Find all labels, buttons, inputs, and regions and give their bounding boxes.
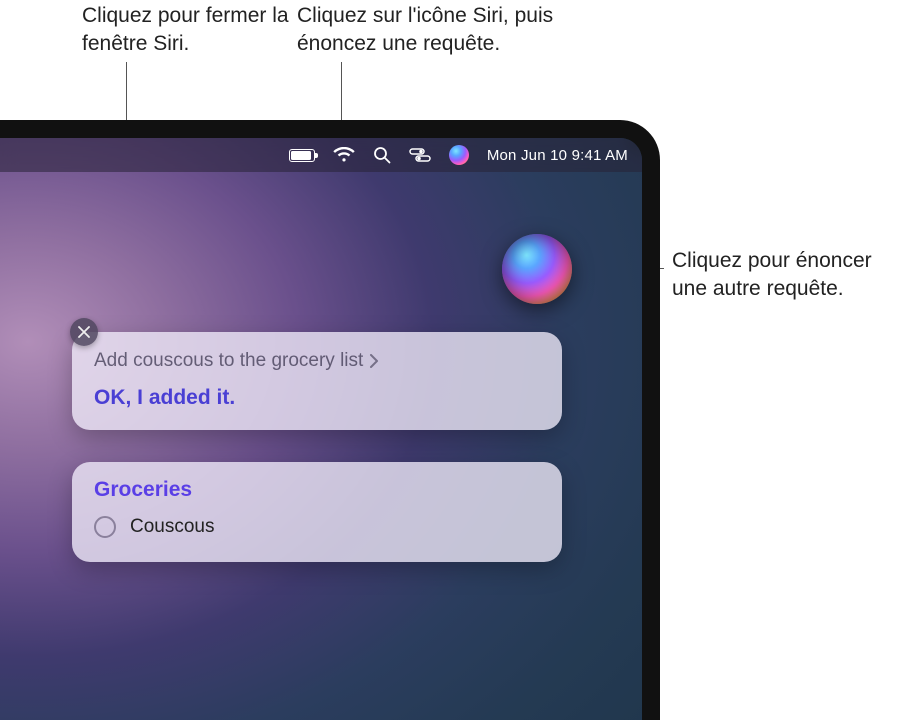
siri-request-text: Add couscous to the grocery list [94, 350, 363, 372]
close-siri-button[interactable] [70, 318, 98, 346]
reminder-checkbox[interactable] [94, 516, 116, 538]
reminder-item-label: Couscous [130, 516, 215, 538]
reminders-list-card[interactable]: Groceries Couscous [72, 462, 562, 562]
close-icon [78, 326, 90, 338]
wifi-icon[interactable] [333, 145, 355, 165]
device-frame: Mon Jun 10 9:41 AM Add couscous to the g… [0, 120, 660, 720]
callout-menubar-siri: Cliquez sur l'icône Siri, puis énoncez u… [297, 2, 617, 59]
menubar-datetime[interactable]: Mon Jun 10 9:41 AM [487, 147, 628, 164]
control-center-icon[interactable] [409, 145, 431, 165]
siri-menubar-icon[interactable] [449, 145, 469, 165]
battery-icon[interactable] [289, 145, 315, 165]
siri-response-card: Add couscous to the grocery list OK, I a… [72, 332, 562, 430]
chevron-right-icon [369, 354, 379, 368]
siri-response-text: OK, I added it. [94, 386, 540, 410]
reminders-list-title: Groceries [94, 478, 540, 502]
callout-siri-orb: Cliquez pour énoncer une autre requête. [672, 247, 892, 304]
menu-bar: Mon Jun 10 9:41 AM [0, 138, 642, 172]
siri-request-row[interactable]: Add couscous to the grocery list [94, 350, 540, 372]
spotlight-search-icon[interactable] [373, 145, 391, 165]
siri-orb-button[interactable] [502, 234, 572, 304]
list-item[interactable]: Couscous [94, 516, 540, 538]
desktop-screen: Mon Jun 10 9:41 AM Add couscous to the g… [0, 138, 642, 720]
